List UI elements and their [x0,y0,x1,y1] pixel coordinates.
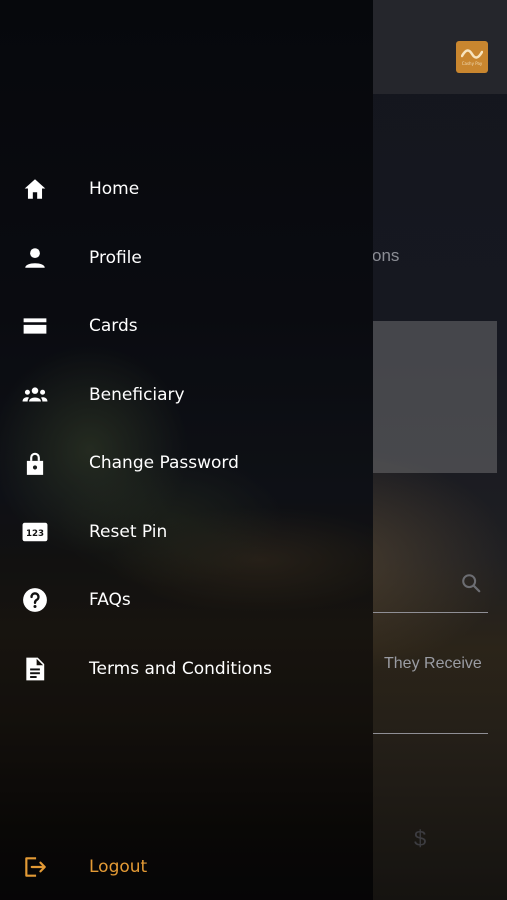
card-icon [22,313,48,339]
menu-label: Terms and Conditions [89,658,272,679]
lock-icon [22,450,48,476]
search-icon[interactable] [460,572,482,594]
logout-label: Logout [89,857,148,877]
pin-123-icon: 123 [22,519,48,545]
wave-icon [461,49,483,59]
person-icon [22,245,48,271]
menu-item-terms[interactable]: Terms and Conditions [0,635,373,704]
menu-label: FAQs [89,590,131,611]
app-logo[interactable]: Cashy Pay [456,41,488,73]
card-panel[interactable] [372,321,497,473]
menu-label: Home [89,179,140,200]
menu-item-profile[interactable]: Profile [0,224,373,293]
menu-item-faqs[interactable]: FAQs [0,566,373,635]
group-icon [22,382,48,408]
menu-item-change-password[interactable]: Change Password [0,429,373,498]
home-icon [22,176,48,202]
menu-item-cards[interactable]: Cards [0,292,373,361]
menu-item-beneficiary[interactable]: Beneficiary [0,361,373,430]
document-icon [22,656,48,682]
menu-item-reset-pin[interactable]: 123 Reset Pin [0,498,373,567]
currency-symbol: $ [414,826,427,851]
partial-heading: ons [372,246,400,265]
menu-label: Cards [89,316,138,337]
they-receive-label: They Receive [384,655,482,672]
logout-icon [22,854,48,880]
menu-label: Reset Pin [89,521,168,542]
navigation-drawer: Home Profile Cards Beneficiary Change Pa… [0,0,373,900]
input-underline [372,612,488,613]
logo-text: Cashy Pay [461,61,483,66]
input-underline [372,733,488,734]
menu-item-home[interactable]: Home [0,155,373,224]
logout-button[interactable]: Logout [0,850,373,884]
menu-label: Change Password [89,453,239,474]
help-icon [22,587,48,613]
svg-text:123: 123 [26,529,44,539]
drawer-menu: Home Profile Cards Beneficiary Change Pa… [0,155,373,703]
menu-label: Profile [89,247,142,268]
menu-label: Beneficiary [89,384,185,405]
